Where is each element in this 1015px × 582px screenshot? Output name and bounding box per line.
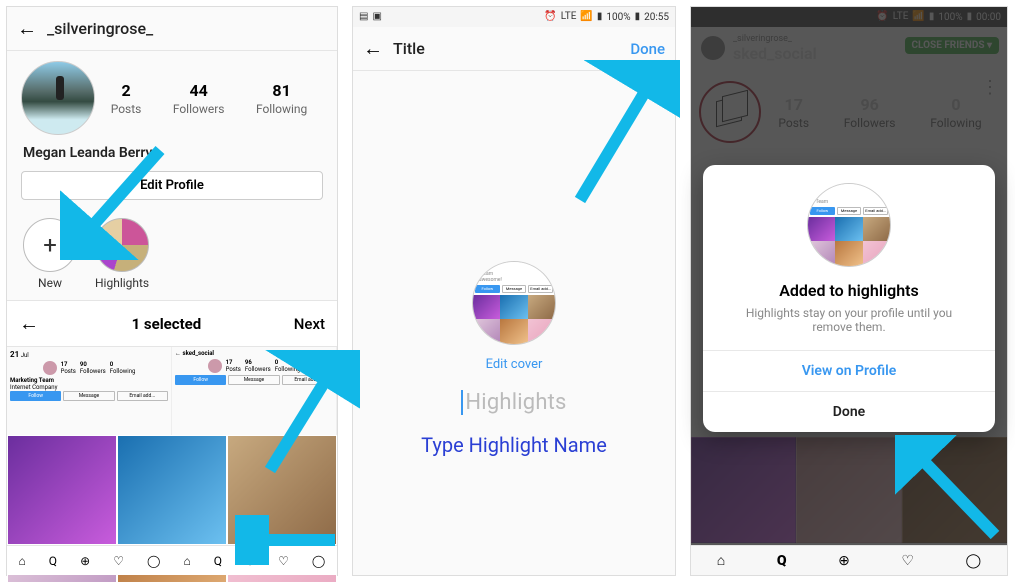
lte-icon: LTE <box>561 12 577 22</box>
mini-previews: 21 Jul 17Posts90Followers0Following Mark… <box>7 347 337 435</box>
highlight-thumb[interactable] <box>95 218 149 272</box>
back-icon[interactable]: ← <box>363 36 383 61</box>
alarm-icon: ⏰ <box>544 12 556 22</box>
heart-icon[interactable]: ♡ <box>113 554 124 568</box>
mini-card-b: ← sked_social 17Posts96Followers0Followi… <box>172 347 337 435</box>
display-name: Megan Leanda Berry <box>7 139 337 171</box>
profile-header: ← _silveringrose_ <box>7 7 337 51</box>
bottom-nav: ⌂ Q ⊕ ♡ ◯ <box>691 545 1007 575</box>
add-icon[interactable]: ⊕ <box>245 554 255 568</box>
dialog-title: Added to highlights <box>703 281 995 300</box>
highlight-new[interactable]: + New <box>23 218 77 290</box>
stat-posts[interactable]: 2 Posts <box>111 81 142 116</box>
added-dialog: rg Team FollowMessageEmail add... Added … <box>703 165 995 432</box>
home-icon[interactable]: ⌂ <box>19 554 26 568</box>
highlights-row: + New Highlights <box>7 212 337 300</box>
edit-profile-button[interactable]: Edit Profile <box>21 171 323 200</box>
plus-icon[interactable]: + <box>23 218 77 272</box>
battery-pct: 100% <box>606 12 630 23</box>
back-icon[interactable]: ← <box>19 311 39 336</box>
done-button[interactable]: Done <box>630 40 665 58</box>
next-button[interactable]: Next <box>294 315 325 333</box>
photo-icon: ▣ <box>372 12 381 22</box>
home-icon[interactable]: ⌂ <box>717 552 725 569</box>
back-icon[interactable]: ← <box>17 16 37 41</box>
photo-icon: ▤ <box>359 12 368 22</box>
selection-bar: ← 1 selected Next <box>7 300 337 347</box>
search-icon[interactable]: Q <box>49 554 57 568</box>
user-icon[interactable]: ◯ <box>966 553 982 569</box>
wifi-icon: 📶 <box>580 12 592 22</box>
title-header: ← Title Done <box>353 27 675 71</box>
center-column: rg Team e awesome! FollowMessageEmail ad… <box>353 261 675 457</box>
home-icon[interactable]: ⌂ <box>183 554 190 568</box>
mini-card-a: 21 Jul 17Posts90Followers0Following Mark… <box>7 347 172 435</box>
battery-icon: ▮ <box>635 12 641 22</box>
user-icon[interactable]: ◯ <box>312 554 325 568</box>
stat-followers[interactable]: 44 Followers <box>173 81 225 116</box>
story-tile[interactable] <box>7 435 117 545</box>
user-icon[interactable]: ◯ <box>147 554 160 568</box>
profile-row: 2 Posts 44 Followers 81 Following <box>7 51 337 139</box>
stat-following[interactable]: 81 Following <box>256 81 307 116</box>
story-tile[interactable] <box>117 435 227 545</box>
story-tile[interactable] <box>227 435 337 545</box>
add-icon[interactable]: ⊕ <box>80 554 90 568</box>
header-title: Title <box>393 39 630 58</box>
cover-preview[interactable]: rg Team e awesome! FollowMessageEmail ad… <box>472 261 556 345</box>
search-icon[interactable]: Q <box>777 553 787 569</box>
profile-stats: 2 Posts 44 Followers 81 Following <box>95 81 323 116</box>
edit-cover-link[interactable]: Edit cover <box>486 357 543 372</box>
profile-panel: ← _silveringrose_ 2 Posts 44 Followers 8… <box>6 6 338 576</box>
heart-icon[interactable]: ♡ <box>901 553 914 569</box>
dialog-done-button[interactable]: Done <box>703 391 995 432</box>
signal-icon: ▮ <box>597 12 603 22</box>
search-icon[interactable]: Q <box>214 554 222 568</box>
heart-icon[interactable]: ♡ <box>278 554 289 568</box>
status-time: 20:55 <box>644 12 669 23</box>
status-bar: ▤ ▣ ⏰ LTE 📶 ▮ 100% ▮ 20:55 <box>353 7 675 27</box>
added-panel: ⏰ LTE 📶 ▮ 100% ▮ 00:00 _silveringrose_ s… <box>690 6 1008 576</box>
highlight-name-input[interactable]: Highlights <box>461 390 566 415</box>
username-title: _silveringrose_ <box>47 19 327 38</box>
dialog-cover: rg Team FollowMessageEmail add... <box>807 183 891 267</box>
annotation-caption: Type Highlight Name <box>421 433 607 457</box>
add-icon[interactable]: ⊕ <box>838 553 850 569</box>
profile-avatar[interactable] <box>21 61 95 135</box>
view-on-profile-button[interactable]: View on Profile <box>703 350 995 391</box>
highlight-existing[interactable]: Highlights <box>95 218 149 290</box>
title-panel: ▤ ▣ ⏰ LTE 📶 ▮ 100% ▮ 20:55 ← Title Done r… <box>352 6 676 576</box>
bottom-nav: ⌂ Q ⊕ ♡ ◯ ⌂ Q ⊕ ♡ ◯ <box>7 545 337 575</box>
dialog-subtitle: Highlights stay on your profile until yo… <box>703 300 995 350</box>
selection-count: 1 selected <box>132 315 202 333</box>
